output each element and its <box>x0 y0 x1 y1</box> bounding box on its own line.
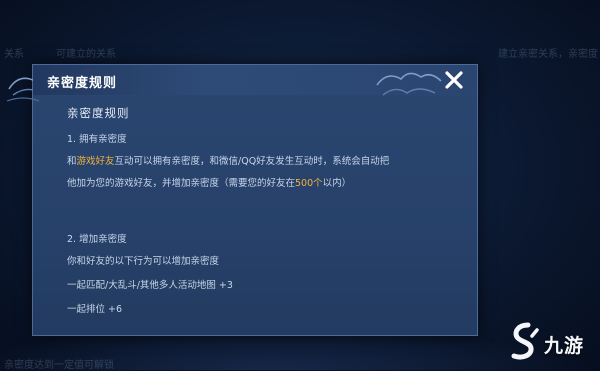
jiuyou-watermark: 九游 <box>508 322 594 364</box>
friend-limit-highlight: 500个 <box>295 178 323 189</box>
jiuyou-watermark-text: 九游 <box>544 335 585 357</box>
rules-heading: 亲密度规则 <box>67 106 130 120</box>
background-hint-text: 建立亲密关系，亲密度 <box>498 49 598 60</box>
section1-line2-rest: 以内） <box>322 178 352 189</box>
background-relations-title: 可建立的关系 <box>56 49 116 60</box>
game-friend-highlight: 游戏好友 <box>76 156 115 167</box>
section1-line1-rest: 互动可以拥有亲密度，和微信/QQ好友发生互动时，系统会自动把 <box>114 156 390 167</box>
background-footer-text: 亲密度达到一定值可解锁 <box>4 360 114 371</box>
section2-line3: 一起排位 +6 <box>67 304 123 315</box>
section2-line2: 一起匹配/大乱斗/其他多人活动地图 +3 <box>67 280 233 291</box>
close-button[interactable] <box>443 69 465 91</box>
dialog-content: 亲密度规则 1. 拥有亲密度 和游戏好友互动可以拥有亲密度，和微信/QQ好友发生… <box>33 95 477 335</box>
close-x-icon <box>445 71 463 89</box>
jiuyou-logo-icon <box>511 322 539 360</box>
section1-line2-prefix: 他加为您的游戏好友，并增加亲密度（需要您的好友在 <box>67 178 296 189</box>
section1-title: 1. 拥有亲密度 <box>67 134 127 145</box>
section2-title: 2. 增加亲密度 <box>67 234 127 245</box>
section1-line1-prefix: 和 <box>67 156 77 167</box>
dialog-title: 亲密度规则 <box>47 76 118 91</box>
background-relation-label: 关系 <box>4 49 24 60</box>
section2-line1: 你和好友的以下行为可以增加亲密度 <box>67 256 220 267</box>
section1-line2: 他加为您的游戏好友，并增加亲密度（需要您的好友在500个以内） <box>67 175 351 189</box>
intimacy-rules-dialog: 亲密度规则 亲密度规则 1. 拥有亲密度 和游戏好友互动可以拥有亲密度，和微信/… <box>6 64 478 336</box>
section1-line1: 和游戏好友互动可以拥有亲密度，和微信/QQ好友发生互动时，系统会自动把 <box>67 153 389 167</box>
